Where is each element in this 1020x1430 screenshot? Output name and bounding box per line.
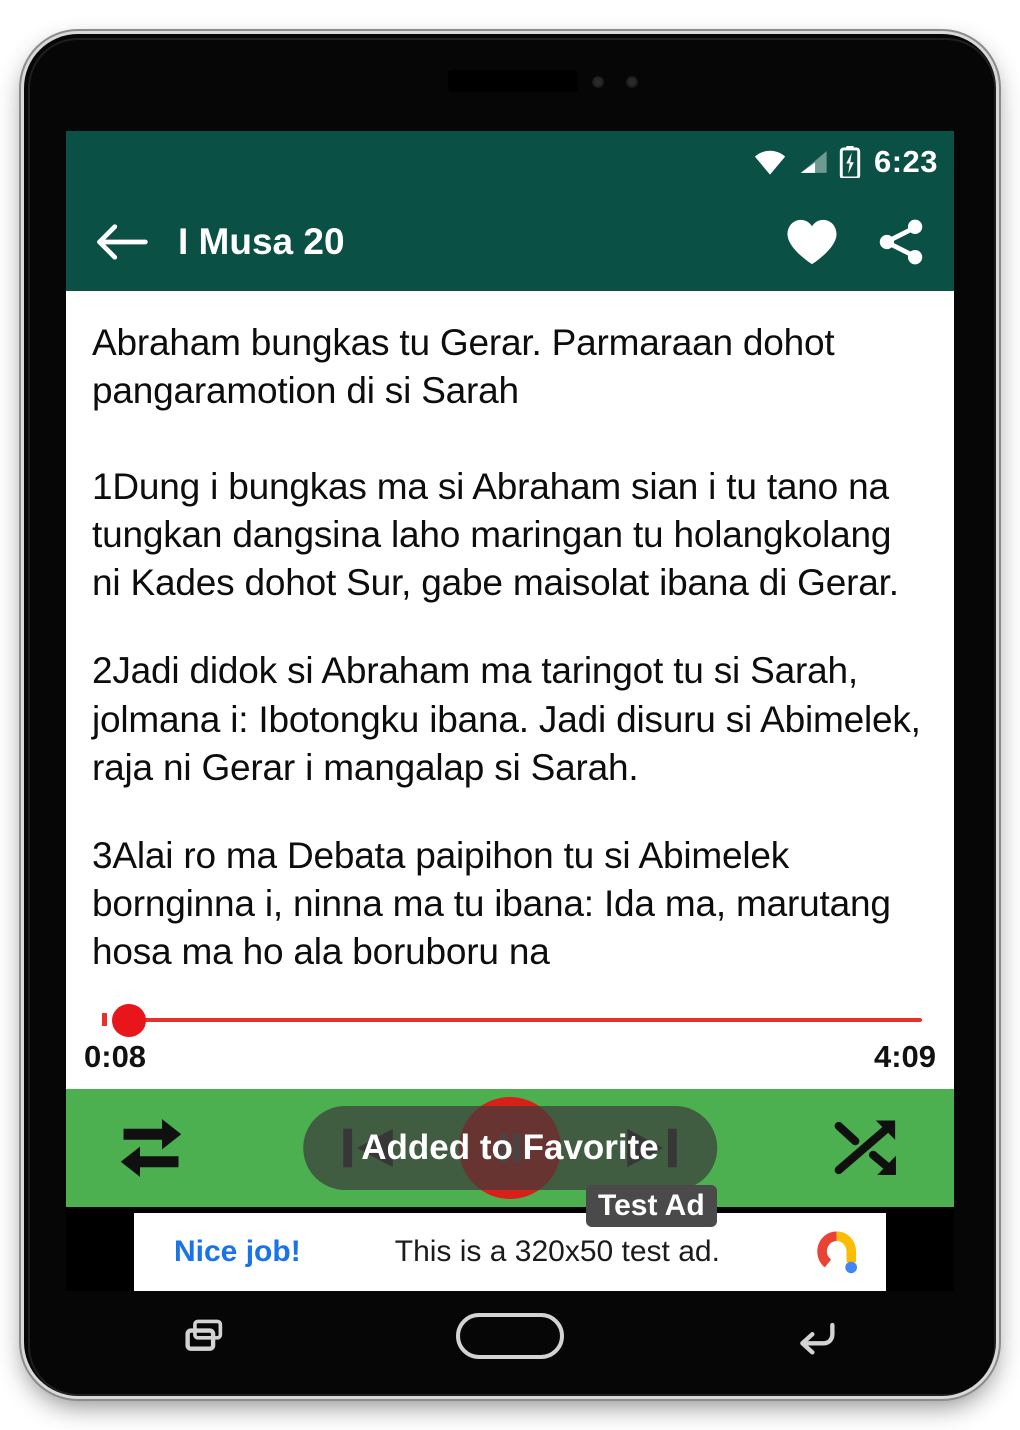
device-screen: 6:23 I Musa 20 Abraham bungkas tu Gerar.… (66, 131, 954, 1291)
back-icon[interactable] (793, 1316, 839, 1356)
total-time-label: 4:09 (873, 1039, 936, 1074)
page-title: I Musa 20 (178, 221, 345, 262)
verse-2: 2Jadi didok si Abraham ma taringot tu si… (92, 650, 921, 788)
seek-bar[interactable] (90, 997, 930, 1043)
admob-logo-icon (808, 1224, 864, 1280)
ad-zone: Nice job! This is a 320x50 test ad. Test… (66, 1185, 954, 1291)
app-bar: I Musa 20 (66, 193, 954, 291)
player-controls-bar: Added to Favorite (66, 1089, 954, 1207)
cellular-signal-icon (798, 148, 828, 176)
verse-1: 1Dung i bungkas ma si Abraham sian i tu … (92, 466, 899, 604)
passage-heading: Abraham bungkas tu Gerar. Parmaraan doho… (92, 322, 835, 412)
test-ad-label: Test Ad (586, 1185, 717, 1227)
battery-charging-icon (839, 146, 861, 178)
status-bar-clock: 6:23 (873, 144, 938, 179)
share-icon[interactable] (874, 216, 928, 268)
previous-track-icon[interactable] (335, 1115, 401, 1181)
ad-cta-text: Nice job! (174, 1235, 301, 1268)
seek-track[interactable] (122, 1018, 922, 1022)
repeat-icon[interactable] (96, 1115, 206, 1181)
verse-3: 3Alai ro ma Debata paipihon tu si Abimel… (92, 834, 891, 972)
android-navigation-bar (66, 1293, 954, 1379)
ambient-light-sensor-dot (626, 76, 638, 88)
audio-seek-area: 0:08 4:09 (66, 997, 954, 1089)
wifi-icon (753, 148, 787, 176)
shuffle-icon[interactable] (814, 1115, 924, 1181)
scripture-content[interactable]: Abraham bungkas tu Gerar. Parmaraan doho… (66, 291, 954, 997)
ad-banner[interactable]: Nice job! This is a 320x50 test ad. Test… (134, 1185, 886, 1291)
time-row: 0:08 4:09 (66, 1039, 954, 1075)
seek-thumb[interactable] (112, 1004, 146, 1037)
home-icon[interactable] (455, 1313, 564, 1359)
ad-body-text: This is a 320x50 test ad. (394, 1235, 720, 1268)
current-time-label: 0:08 (84, 1039, 147, 1074)
back-arrow-icon[interactable] (90, 222, 154, 262)
transport-controls (335, 1097, 685, 1199)
recents-icon[interactable] (181, 1316, 227, 1356)
front-camera-sensor-dot (592, 76, 604, 88)
seek-start-tick (102, 1013, 107, 1026)
heart-icon[interactable] (784, 216, 840, 268)
pause-icon[interactable] (459, 1097, 561, 1199)
status-bar: 6:23 (66, 131, 954, 193)
next-track-icon[interactable] (619, 1115, 685, 1181)
speaker-grille (448, 70, 578, 92)
